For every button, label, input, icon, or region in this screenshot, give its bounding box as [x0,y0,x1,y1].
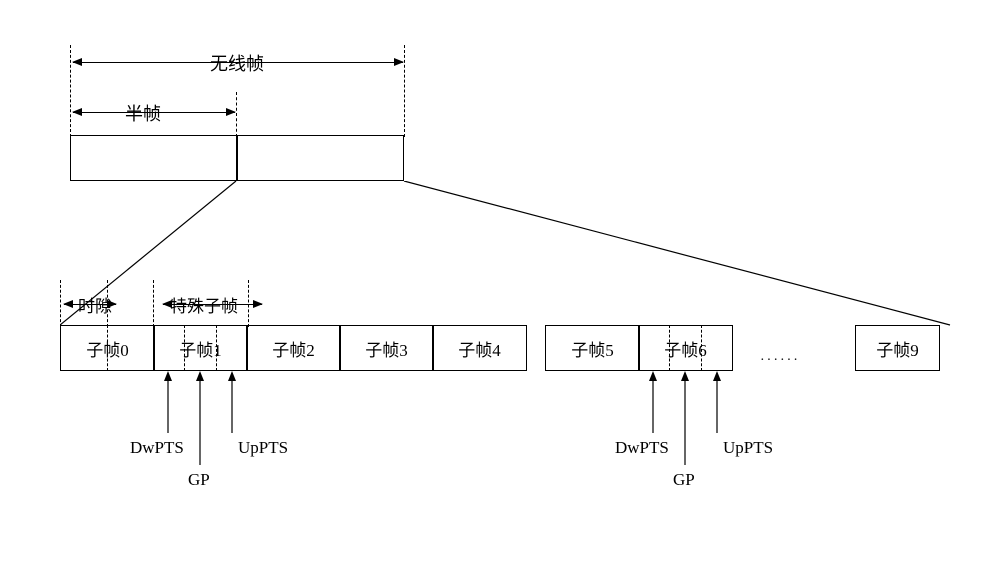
sf1-div2 [216,325,217,371]
special-dash-2 [248,280,249,327]
sf6-dwpts-label: DwPTS [615,438,669,458]
slot-divider-sf0 [107,325,108,371]
subframe-1: 子帧1 [153,325,248,371]
half-frame-label: 半帧 [125,100,161,126]
slot-dash-2 [107,280,108,327]
sf1-div1 [184,325,185,371]
sf1-dwpts-label: DwPTS [130,438,184,458]
diagram-container: 无线帧 半帧 时隙 特殊子帧 [70,50,950,250]
sf6-uppts-label: UpPTS [723,438,773,458]
subframe-9-label: 子帧9 [876,336,919,361]
dim-dash-right [404,45,405,137]
subframe-5-label: 子帧5 [571,336,614,361]
dim-dash-left [70,45,71,137]
dim-dash-mid [236,92,237,137]
subframe-5: 子帧5 [545,325,640,371]
slot-dimension [64,304,116,305]
sf6-div1 [669,325,670,371]
subframe-4-label: 子帧4 [458,336,501,361]
subframe-2-label: 子帧2 [272,336,315,361]
radio-frame-dimension [73,62,403,63]
subframe-9: 子帧9 [855,325,940,371]
subframe-row: 子帧0 子帧1 子帧2 子帧3 子帧4 子帧5 子帧6 子帧9 ······ [60,325,950,371]
subframe-3-label: 子帧3 [365,336,408,361]
ellipsis: ······ [760,353,800,369]
subframe-3: 子帧3 [339,325,434,371]
half-frame-2 [236,135,404,181]
subframe-6: 子帧6 [638,325,733,371]
sf6-gp-label: GP [673,470,695,490]
top-frame-box [70,135,406,181]
subframe-4: 子帧4 [432,325,527,371]
half-frame-dimension [73,112,235,113]
subframe-2: 子帧2 [246,325,341,371]
slot-dash-1 [60,280,61,327]
sf6-div2 [701,325,702,371]
sf1-uppts-label: UpPTS [238,438,288,458]
special-dash-1 [153,280,154,327]
radio-frame-label: 无线帧 [210,50,264,76]
half-frame-1 [70,135,238,181]
sf1-gp-label: GP [188,470,210,490]
top-frame-section: 无线帧 半帧 [70,50,950,250]
